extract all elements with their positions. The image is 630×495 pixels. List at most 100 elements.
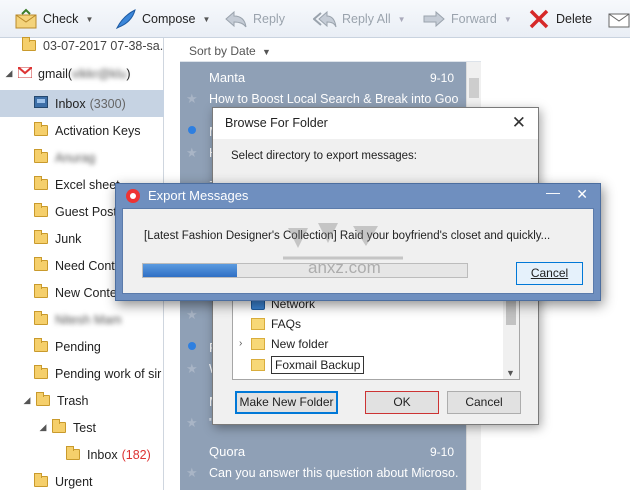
feather-pen-icon xyxy=(113,8,137,30)
scrollbar-thumb[interactable] xyxy=(506,301,516,325)
check-button[interactable]: Check ▼ xyxy=(14,6,93,32)
scroll-down-icon[interactable]: ▼ xyxy=(506,368,515,378)
reply-all-button[interactable]: Reply All ▼ xyxy=(312,6,406,32)
message-subject: How to Boost Local Search & Break into G… xyxy=(209,92,459,106)
ok-button[interactable]: OK xyxy=(365,391,439,414)
sidebar-item-label: Nitesh Mam xyxy=(55,312,122,327)
sidebar-item-label: Inbox xyxy=(55,96,86,111)
sidebar-item-label: Urgent xyxy=(55,474,93,489)
sidebar-item-label: Test xyxy=(73,420,96,435)
folder-icon xyxy=(34,284,48,298)
folder-icon xyxy=(34,473,48,487)
forward-button[interactable]: Forward ▼ xyxy=(422,6,512,32)
check-label: Check xyxy=(43,12,79,26)
sidebar-item-folder[interactable]: Nitesh Mam xyxy=(0,306,164,333)
more-button[interactable] xyxy=(607,6,630,32)
tree-item-faqs[interactable]: FAQs xyxy=(251,314,301,334)
chevron-down-icon: ▼ xyxy=(262,47,271,57)
star-icon[interactable]: ★ xyxy=(186,91,198,107)
message-date: 9-10 xyxy=(429,71,454,85)
chevron-down-icon[interactable]: ▼ xyxy=(398,15,406,24)
folder-icon xyxy=(34,257,48,271)
star-icon[interactable]: ★ xyxy=(186,361,198,377)
sidebar-item-label: Junk xyxy=(55,231,82,246)
make-new-folder-button[interactable]: Make New Folder xyxy=(235,391,338,414)
dialog-titlebar: Export Messages — ✕ xyxy=(116,184,600,208)
folder-icon xyxy=(34,311,48,325)
expand-triangle-icon[interactable]: ◢ xyxy=(4,68,14,79)
folder-icon xyxy=(251,318,265,330)
chevron-down-icon[interactable]: ▼ xyxy=(203,15,211,24)
star-icon[interactable]: ★ xyxy=(186,307,198,323)
expand-triangle-icon[interactable]: ◢ xyxy=(22,395,32,406)
sidebar-item-label: Guest Post xyxy=(55,204,117,219)
folder-icon xyxy=(66,446,80,460)
sidebar-item-inbox[interactable]: Inbox (3300) xyxy=(0,90,164,117)
rename-folder-input[interactable]: Foxmail Backup xyxy=(271,356,365,374)
sidebar-item-folder[interactable]: Inbox (182) xyxy=(0,441,164,468)
sidebar-item-folder[interactable]: Activation Keys xyxy=(0,117,164,144)
chevron-down-icon[interactable]: ▼ xyxy=(504,15,512,24)
cancel-export-button[interactable]: Cancel xyxy=(516,262,583,285)
forward-arrow-icon xyxy=(422,8,446,30)
sidebar-item-folder[interactable]: ◢ Test xyxy=(0,414,164,441)
cancel-button[interactable]: Cancel xyxy=(447,391,521,414)
forward-label: Forward xyxy=(451,12,497,26)
tree-item-foxmail-backup[interactable]: Foxmail Backup xyxy=(251,355,365,375)
expand-chevron-icon[interactable]: › xyxy=(239,338,242,349)
folder-icon xyxy=(251,338,265,350)
unread-count: (3300) xyxy=(89,96,126,111)
close-icon[interactable]: ✕ xyxy=(512,113,526,133)
account-email-blurred: vikkr@klu xyxy=(72,66,127,81)
tree-item-label: New folder xyxy=(271,337,329,351)
folder-icon xyxy=(34,203,48,217)
delete-button[interactable]: Delete xyxy=(527,6,592,32)
tree-scrollbar[interactable]: ▼ xyxy=(503,297,519,379)
sidebar-item-folder[interactable]: Pending work of sir xyxy=(0,360,164,387)
close-icon[interactable]: ✕ xyxy=(576,186,588,203)
reply-label: Reply xyxy=(253,12,285,26)
reply-button[interactable]: Reply xyxy=(224,6,285,32)
sidebar-item-folder[interactable]: Urgent xyxy=(0,468,164,495)
folder-icon xyxy=(34,338,48,352)
sidebar-item-label: 03-07-2017 07-38-sa... xyxy=(43,38,164,53)
sort-dropdown[interactable]: Sort by Date ▼ xyxy=(180,38,481,62)
expand-triangle-icon[interactable]: ◢ xyxy=(38,422,48,433)
sidebar-item-label: Inbox xyxy=(87,447,118,462)
message-row[interactable]: Quora 9-10 Can you answer this question ab… xyxy=(180,436,466,490)
star-icon[interactable]: ★ xyxy=(186,415,198,431)
tree-item-label: FAQs xyxy=(271,317,302,331)
sidebar-item-top[interactable]: 03-07-2017 07-38-sa... xyxy=(0,32,164,59)
folder-icon xyxy=(34,365,48,379)
sidebar-item-label: Pending work of sir xyxy=(55,366,162,381)
star-icon[interactable]: ★ xyxy=(186,465,198,481)
sidebar-item-label: Need Conte xyxy=(55,258,122,273)
inbox-icon xyxy=(34,96,48,111)
sidebar-item-label: Anurag xyxy=(55,150,96,165)
dialog-title: Export Messages xyxy=(148,188,249,203)
sidebar-account-gmail[interactable]: ◢ gmail(vikkr@klu) xyxy=(0,60,164,87)
unread-dot-icon xyxy=(188,342,196,350)
message-sender: Quora xyxy=(209,444,246,459)
delete-x-icon xyxy=(527,8,551,30)
sidebar-item-folder[interactable]: Anurag xyxy=(0,144,164,171)
mail-icon xyxy=(607,8,630,30)
compose-button[interactable]: Compose ▼ xyxy=(113,6,210,32)
scrollbar-thumb[interactable] xyxy=(469,78,479,98)
sidebar-item-folder[interactable]: ◢ Trash xyxy=(0,387,164,414)
tree-item-new-folder[interactable]: New folder xyxy=(251,334,328,354)
gmail-icon xyxy=(17,65,33,81)
compose-label: Compose xyxy=(142,12,196,26)
folder-icon xyxy=(34,122,48,136)
envelope-icon xyxy=(14,8,38,30)
chevron-down-icon[interactable]: ▼ xyxy=(85,15,93,24)
star-icon[interactable]: ★ xyxy=(186,145,198,161)
folder-icon xyxy=(34,230,48,244)
dialog-titlebar: Browse For Folder ✕ xyxy=(213,108,538,139)
folder-icon xyxy=(52,419,66,433)
folder-icon xyxy=(34,176,48,190)
sidebar-item-folder[interactable]: Pending xyxy=(0,333,164,360)
reply-arrow-icon xyxy=(224,8,248,30)
minimize-icon[interactable]: — xyxy=(546,184,560,200)
dialog-description: Select directory to export messages: xyxy=(231,150,417,162)
